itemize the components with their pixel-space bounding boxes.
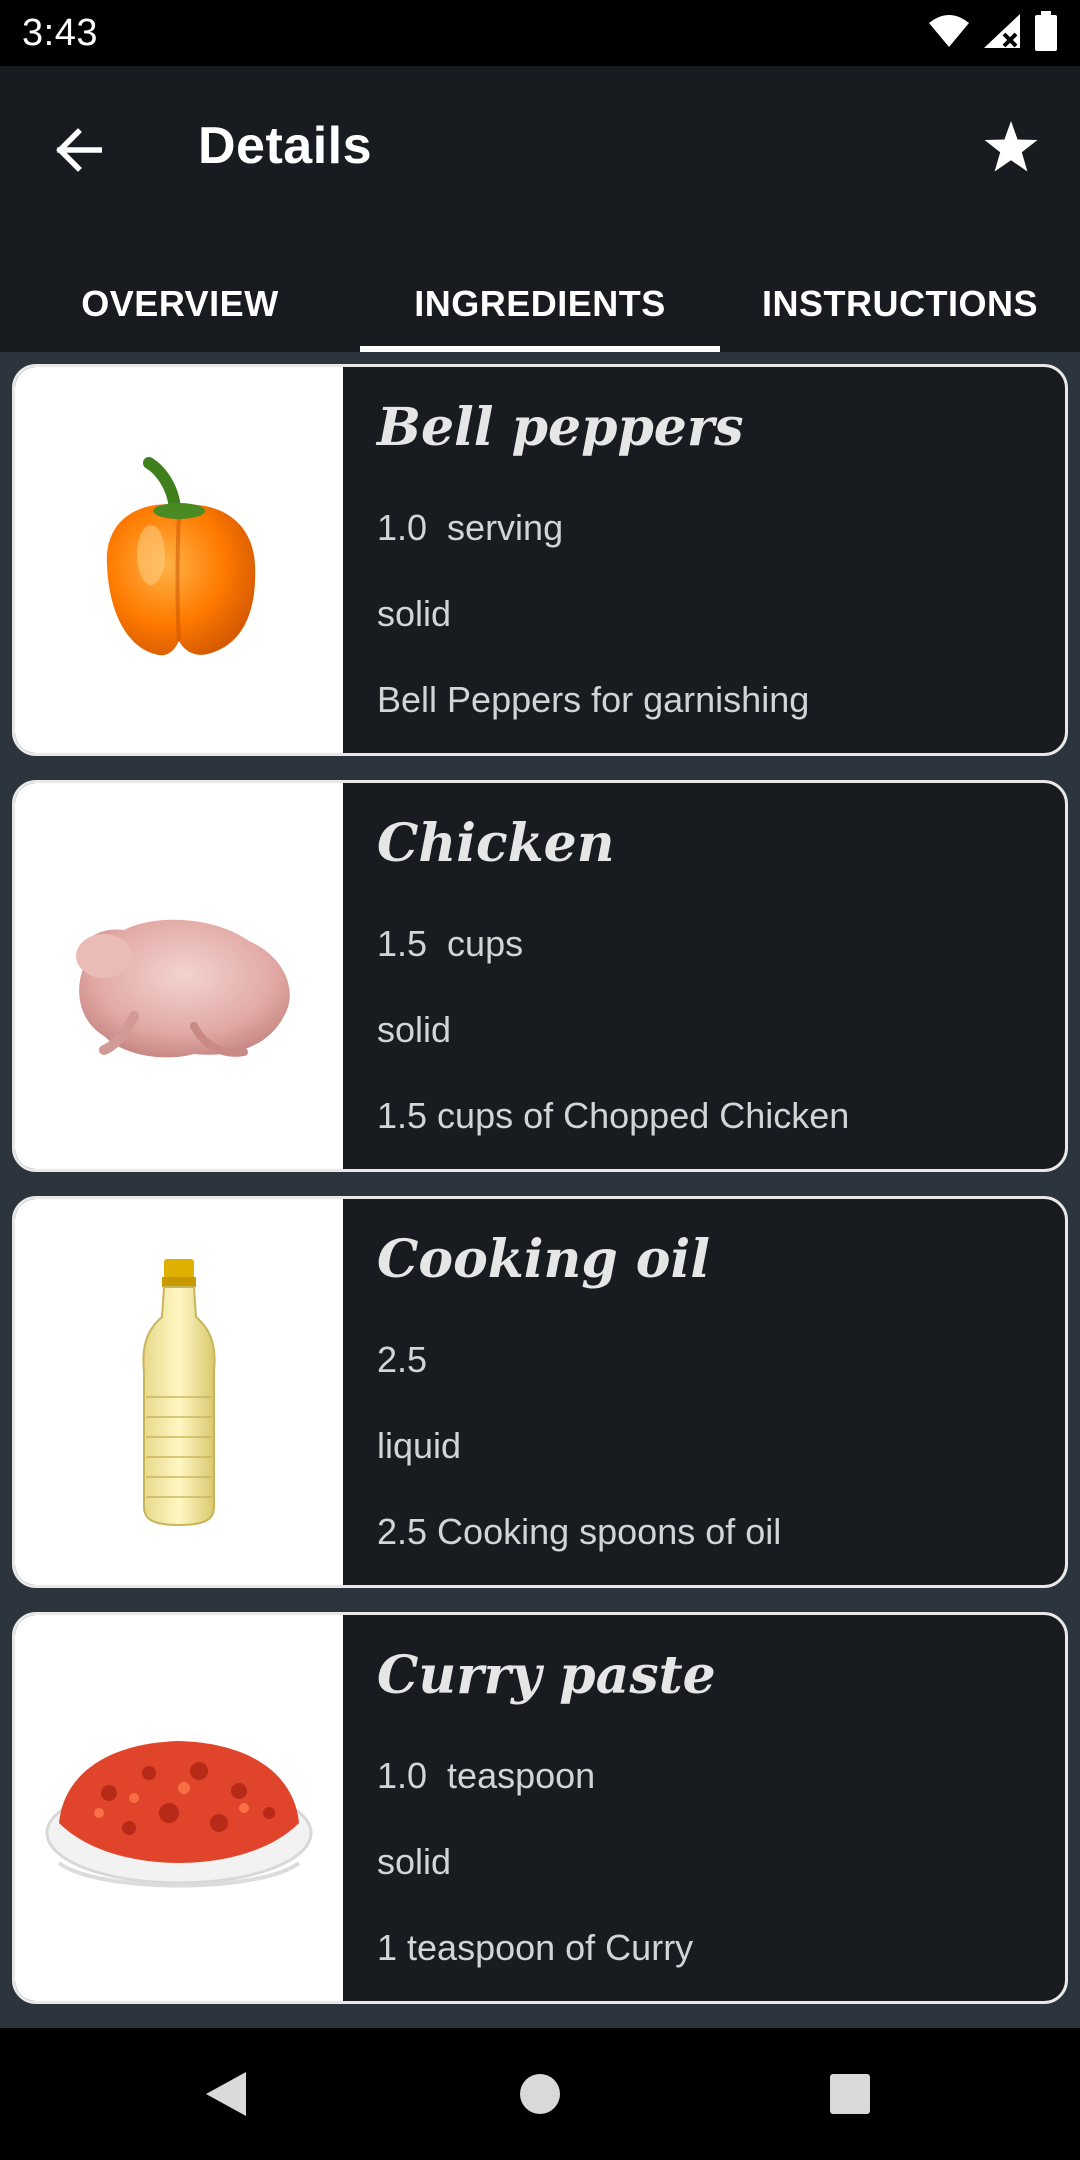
ingredient-image	[15, 783, 343, 1169]
star-icon	[984, 121, 1038, 172]
ingredient-quantity: 1.0 serving	[377, 507, 564, 548]
nav-back-button[interactable]	[196, 2064, 256, 2124]
app-bar: Details OVERVIEW INGREDIENTS INSTRUCTION…	[0, 66, 1080, 352]
ingredient-description: 1.5 cups of Chopped Chicken	[377, 1095, 850, 1136]
curry-paste-image	[45, 1741, 313, 1888]
ingredient-image	[15, 1199, 343, 1585]
triangle-back-icon	[206, 2072, 246, 2116]
status-bar: 3:43	[0, 0, 1080, 66]
ingredient-card[interactable]: Bell peppers 1.0 serving solid Bell Pepp…	[12, 364, 1068, 756]
page-title: Details	[198, 117, 373, 175]
nav-home-button[interactable]	[510, 2064, 570, 2124]
raw-chicken-image	[76, 919, 290, 1058]
back-button[interactable]	[46, 118, 110, 182]
ingredient-state: solid	[377, 1009, 452, 1050]
tab-ingredients[interactable]: INGREDIENTS	[360, 256, 720, 352]
ingredient-card[interactable]: Chicken 1.5 cups solid 1.5 cups of Chopp…	[12, 780, 1068, 1172]
tab-instructions[interactable]: INSTRUCTIONS	[720, 256, 1080, 352]
ingredient-image	[15, 367, 343, 753]
circle-home-icon	[520, 2074, 560, 2114]
status-icons	[928, 10, 1058, 56]
ingredient-quantity: 2.5	[377, 1339, 428, 1380]
ingredient-quantity: 1.5 cups	[377, 923, 524, 964]
oil-bottle-image	[142, 1259, 216, 1527]
ingredient-card[interactable]: Cooking oil 2.5 liquid 2.5 Cooking spoon…	[12, 1196, 1068, 1588]
bell-pepper-image	[106, 457, 256, 656]
ingredient-image	[15, 1615, 343, 2001]
ingredient-description: Bell Peppers for garnishing	[377, 679, 810, 720]
ingredient-state: liquid	[377, 1425, 462, 1466]
arrow-back-icon	[56, 128, 102, 172]
system-nav-bar	[0, 2028, 1080, 2160]
battery-icon	[1034, 10, 1058, 56]
ingredient-card[interactable]: Curry paste 1.0 teaspoon solid 1 teaspoo…	[12, 1612, 1068, 2004]
tab-overview[interactable]: OVERVIEW	[0, 256, 360, 352]
square-recents-icon	[830, 2074, 870, 2114]
ingredient-name: Curry paste	[377, 1645, 716, 1706]
wifi-icon	[928, 13, 970, 54]
ingredient-name: Bell peppers	[377, 397, 744, 458]
ingredient-description: 2.5 Cooking spoons of oil	[377, 1511, 782, 1552]
nav-recents-button[interactable]	[820, 2064, 880, 2124]
favorite-button[interactable]	[976, 112, 1046, 182]
ingredient-state: solid	[377, 1841, 452, 1882]
ingredient-name: Cooking oil	[377, 1229, 710, 1290]
ingredient-quantity: 1.0 teaspoon	[377, 1755, 596, 1796]
ingredient-name: Chicken	[377, 813, 615, 874]
ingredient-state: solid	[377, 593, 452, 634]
ingredient-list[interactable]: Bell peppers 1.0 serving solid Bell Pepp…	[0, 352, 1080, 2028]
cell-signal-icon	[982, 12, 1022, 55]
ingredient-description: 1 teaspoon of Curry	[377, 1927, 694, 1968]
status-time: 3:43	[22, 12, 98, 54]
tab-bar: OVERVIEW INGREDIENTS INSTRUCTIONS	[0, 256, 1080, 352]
